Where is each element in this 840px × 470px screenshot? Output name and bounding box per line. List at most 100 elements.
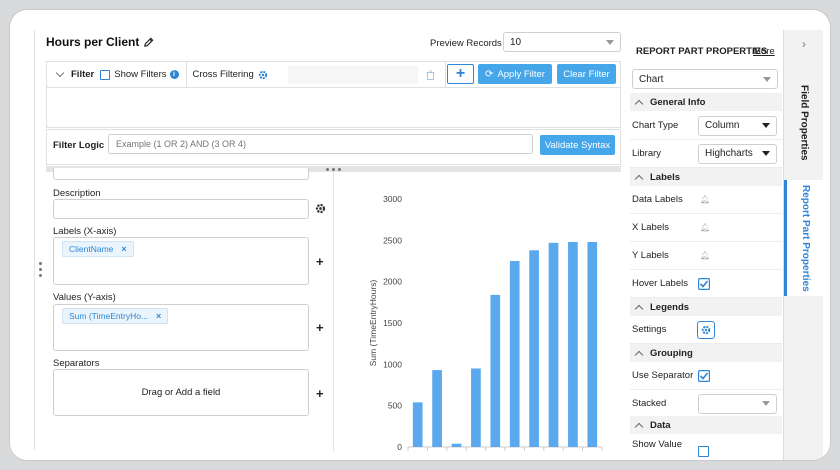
tab-report-part-properties-label: Report Part Properties [800, 184, 811, 292]
add-value-button[interactable]: + [316, 320, 324, 335]
y-tick-label: 500 [388, 401, 402, 411]
add-filter-button[interactable]: + [447, 64, 474, 84]
show-filters-label: Show Filters [114, 69, 167, 80]
drag-dot [39, 262, 42, 265]
data-labels-row: Data Labels 🔔︎ [630, 186, 782, 214]
labels-axis-label: Labels (X-axis) [53, 226, 117, 237]
bell-icon[interactable]: 🔔︎ [700, 251, 710, 260]
trash-icon[interactable] [426, 70, 435, 80]
chevron-up-icon [634, 99, 644, 108]
separators-label: Separators [53, 358, 100, 369]
separator [444, 61, 446, 88]
clear-filter-button[interactable]: Clear Filter [557, 64, 616, 84]
gear-icon[interactable] [315, 203, 326, 214]
bell-icon[interactable]: 🔔︎ [700, 223, 710, 232]
values-axis-label: Values (Y-axis) [53, 292, 116, 303]
use-separator-row: Use Separator [630, 362, 782, 390]
grouping-title: Grouping [650, 347, 693, 359]
library-row: Library Highcharts [630, 140, 782, 168]
chart-bar [471, 368, 481, 447]
drag-dot [39, 268, 42, 271]
general-info-header[interactable]: General Info [630, 93, 782, 111]
chevron-down-icon [763, 76, 771, 82]
tab-field-properties[interactable]: Field Properties [784, 70, 824, 175]
values-dropzone[interactable]: Sum (TimeEntryHo... × [53, 304, 309, 351]
separators-dropzone[interactable]: Drag or Add a field [53, 369, 309, 416]
close-icon[interactable]: × [121, 244, 126, 254]
gear-icon [701, 325, 711, 334]
y-tick-label: 2500 [383, 235, 402, 245]
description-input[interactable] [53, 199, 309, 219]
legend-settings-button[interactable] [697, 320, 715, 339]
preview-records-value: 10 [510, 36, 522, 48]
title-text: Hours per Client [46, 35, 140, 49]
cross-filter-field[interactable] [287, 65, 418, 84]
collapse-panel-button[interactable]: › [784, 34, 824, 54]
close-icon[interactable]: × [156, 311, 161, 321]
add-label-button[interactable]: + [316, 254, 324, 269]
show-value-checkbox[interactable] [698, 446, 709, 457]
cross-filtering-label: Cross Filtering [192, 69, 254, 80]
apply-filter-button[interactable]: ⟳ Apply Filter [478, 64, 552, 84]
gear-icon[interactable] [258, 70, 268, 80]
drag-handle[interactable] [39, 262, 42, 277]
values-chip[interactable]: Sum (TimeEntryHo... × [62, 308, 169, 324]
labels-dropzone[interactable]: ClientName × [53, 237, 309, 285]
add-separator-button[interactable]: + [316, 386, 324, 401]
chart-bar [451, 443, 462, 447]
y-tick-label: 0 [397, 442, 402, 452]
preview-records-label: Preview Records [430, 38, 502, 49]
chart-type-select[interactable]: Column [698, 115, 777, 136]
properties-panel: REPORT PART PROPERTIES More Chart Genera… [630, 30, 782, 460]
labels-title: Labels [650, 171, 681, 183]
chevron-down-icon [762, 401, 770, 406]
chevron-down-icon [762, 151, 770, 156]
filter-logic-input[interactable] [108, 134, 533, 154]
legends-header[interactable]: Legends [630, 298, 782, 316]
stacked-label: Stacked [632, 398, 667, 409]
clear-filter-label: Clear Filter [563, 68, 610, 80]
more-link[interactable]: More [753, 46, 775, 57]
bell-icon[interactable]: 🔔︎ [700, 195, 710, 204]
preview-records-select[interactable]: 10 [503, 32, 621, 52]
tab-field-properties-label: Field Properties [798, 84, 810, 161]
hover-labels-checkbox[interactable] [698, 277, 710, 290]
chart-type-value: Column [705, 120, 740, 131]
labels-header[interactable]: Labels [630, 168, 782, 186]
use-separator-checkbox[interactable] [698, 369, 710, 382]
labels-chip[interactable]: ClientName × [62, 241, 134, 257]
tab-report-part-properties[interactable]: Report Part Properties [784, 180, 824, 296]
info-icon[interactable]: i [169, 70, 179, 79]
y-labels-label: Y Labels [632, 250, 669, 261]
chart-bar [432, 370, 442, 447]
chart-bar [568, 241, 578, 447]
resize-dot [332, 167, 335, 171]
stacked-select[interactable] [698, 393, 777, 414]
left-divider [34, 30, 35, 450]
show-filters-checkbox[interactable] [100, 69, 111, 80]
data-header[interactable]: Data [630, 416, 782, 434]
chart-preview: 3000 2500 2000 1500 1000 500 0 Sum (TimeEntryHo… [368, 194, 603, 452]
previous-field-box[interactable] [53, 168, 309, 180]
x-labels-label: X Labels [632, 222, 669, 233]
grouping-header[interactable]: Grouping [630, 344, 782, 362]
labels-chip-text: ClientName [69, 244, 114, 254]
validate-syntax-button[interactable]: Validate Syntax [540, 135, 615, 155]
chevron-up-icon [634, 350, 644, 359]
y-tick-label: 3000 [383, 194, 402, 204]
drag-dot [39, 274, 42, 277]
refresh-icon: ⟳ [485, 68, 494, 80]
app-frame: Hours per Client Preview Records 10 Filt… [9, 9, 831, 461]
stacked-row: Stacked [630, 390, 782, 418]
column-divider [333, 172, 334, 452]
y-labels-row: Y Labels 🔔︎ [630, 242, 782, 270]
validate-syntax-label: Validate Syntax [544, 139, 611, 151]
chart-bar [529, 250, 539, 447]
pencil-icon[interactable] [143, 37, 154, 48]
chevron-up-icon [634, 304, 644, 313]
library-select[interactable]: Highcharts [698, 143, 777, 164]
chart-type-label: Chart Type [632, 120, 679, 131]
chart-bar [548, 242, 559, 447]
chevron-down-icon[interactable] [55, 68, 65, 78]
part-type-select[interactable]: Chart [632, 69, 778, 89]
